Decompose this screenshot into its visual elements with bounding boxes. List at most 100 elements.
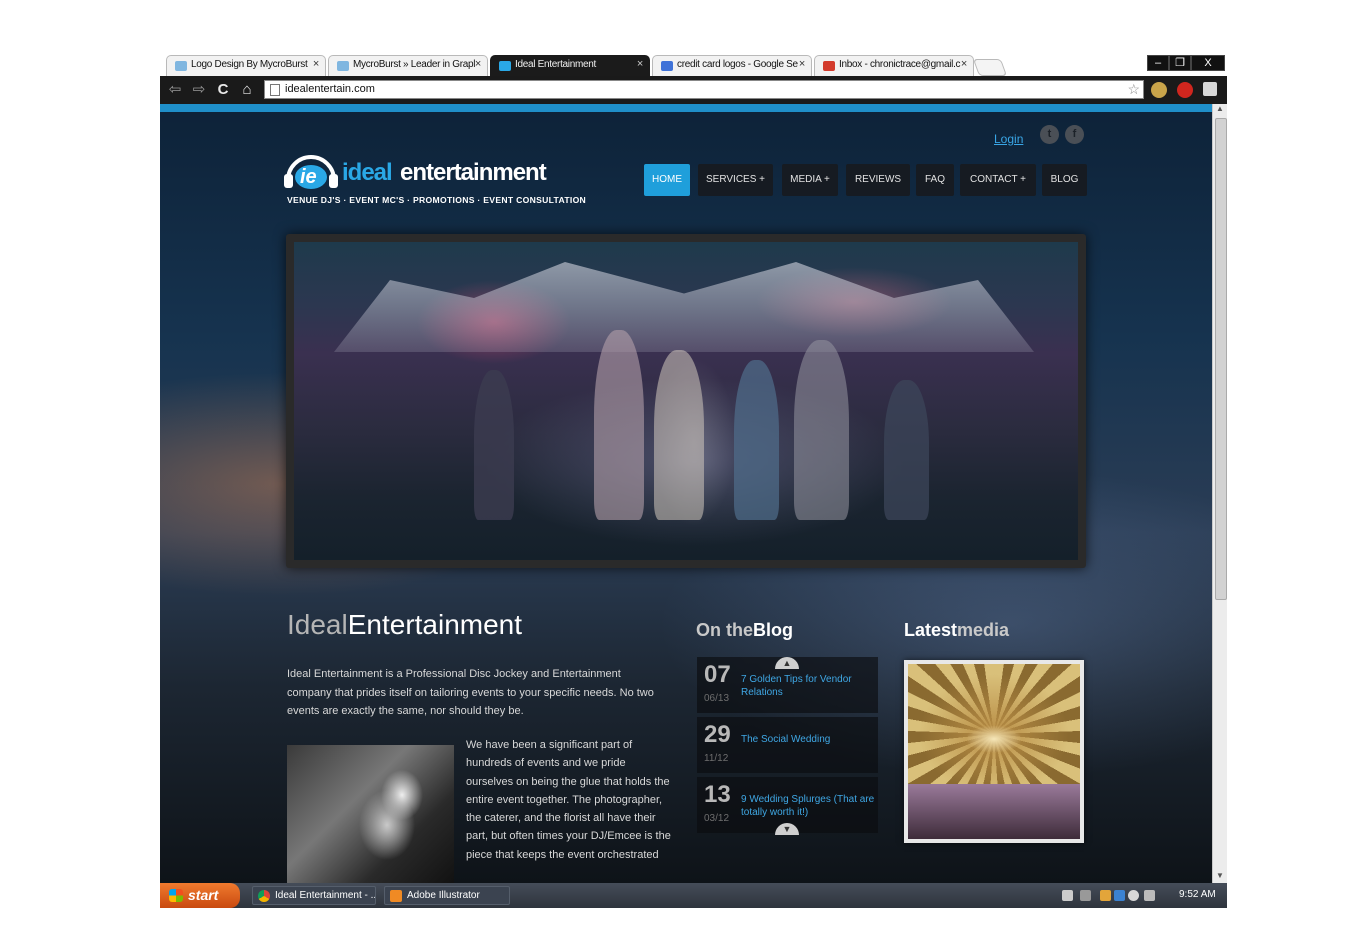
volume-icon[interactable]: [1100, 890, 1111, 901]
post-title[interactable]: The Social Wedding: [741, 733, 878, 746]
blog-heading-b: Blog: [753, 620, 793, 640]
site-logo[interactable]: ie ideal entertainment VENUE DJ'S · EVEN…: [284, 150, 629, 210]
scroll-thumb[interactable]: [1215, 118, 1227, 600]
tab-logo-design[interactable]: Logo Design By MycroBurst ×: [166, 55, 326, 76]
post-date: 03/12: [704, 813, 730, 824]
system-tray: 9:52 AM: [1060, 883, 1227, 908]
about-heading: IdealEntertainment: [287, 609, 522, 641]
logo-word-entertainment: entertainment: [400, 159, 547, 186]
close-icon[interactable]: ×: [313, 58, 319, 70]
scroll-up-arrow-icon[interactable]: ▲: [1213, 104, 1227, 116]
post-date: 06/13: [704, 693, 730, 704]
tab-label: Logo Design By MycroBurst: [191, 59, 308, 70]
dj-photo: [287, 745, 454, 883]
cloud-icon: [175, 61, 187, 71]
scroll-down-arrow-icon[interactable]: ▼: [1213, 871, 1227, 883]
settings-icon[interactable]: [1144, 890, 1155, 901]
blog-post[interactable]: 29 11/12 The Social Wedding: [697, 717, 878, 773]
tab-ideal-entertainment[interactable]: Ideal Entertainment ×: [490, 55, 650, 76]
post-day: 29: [704, 721, 731, 748]
back-button[interactable]: ⇦: [166, 81, 184, 99]
crowd-figure: [474, 370, 514, 520]
logo-mark-text: ie: [300, 166, 317, 188]
crowd-figure: [734, 360, 779, 520]
crowd-figure: [794, 340, 849, 520]
illustrator-icon: [390, 890, 402, 902]
post-date: 11/12: [704, 753, 729, 764]
page-scrollbar[interactable]: ▲ ▼: [1212, 104, 1227, 883]
logo-tagline: VENUE DJ'S · EVENT MC'S · PROMOTIONS · E…: [287, 195, 587, 205]
url-text: idealentertain.com: [285, 83, 375, 95]
windows-flag-icon: [169, 889, 183, 902]
nav-home[interactable]: HOME: [644, 164, 690, 196]
taskbar-item-label: Adobe Illustrator: [407, 890, 480, 901]
media-heading-a: Latest: [904, 620, 958, 640]
update-icon[interactable]: [1128, 890, 1139, 901]
latest-media-thumbnail[interactable]: [904, 660, 1084, 843]
address-bar[interactable]: idealentertain.com ☆: [264, 80, 1144, 99]
login-link[interactable]: Login: [994, 132, 1023, 146]
chrome-icon: [258, 890, 270, 902]
facebook-icon[interactable]: f: [1065, 125, 1084, 144]
home-button[interactable]: ⌂: [238, 81, 256, 99]
help-icon[interactable]: [1062, 890, 1073, 901]
taskbar-item-chrome[interactable]: Ideal Entertainment - ...: [252, 886, 376, 905]
close-icon[interactable]: ×: [475, 58, 481, 70]
media-heading-b: media: [957, 620, 1010, 640]
restore-button[interactable]: ❐: [1169, 55, 1191, 71]
web-page: Login t f ie ideal entertainment VENUE D…: [160, 104, 1213, 883]
adblock-icon[interactable]: [1177, 82, 1193, 98]
tent-shape: [334, 262, 1034, 352]
start-button[interactable]: start: [160, 883, 240, 908]
nav-faq[interactable]: FAQ: [916, 164, 954, 196]
browser-tab-strip: Logo Design By MycroBurst × MycroBurst »…: [160, 52, 1227, 76]
start-label: start: [188, 887, 219, 903]
tab-mycroburst[interactable]: MycroBurst » Leader in Grapl ×: [328, 55, 488, 76]
blog-list: 07 06/13 7 Golden Tips for Vendor Relati…: [697, 657, 878, 835]
twitter-icon[interactable]: t: [1040, 125, 1059, 144]
tab-google-search[interactable]: credit card logos - Google Se ×: [652, 55, 812, 76]
tab-label: Inbox - chronictrace@gmail.c: [839, 59, 961, 70]
tab-gmail-inbox[interactable]: Inbox - chronictrace@gmail.c ×: [814, 55, 974, 76]
new-tab-button[interactable]: [972, 59, 1008, 76]
tab-label: MycroBurst » Leader in Grapl: [353, 59, 476, 70]
page-icon: [270, 84, 280, 96]
network-icon[interactable]: [1080, 890, 1091, 901]
blog-heading-a: On the: [696, 620, 753, 640]
cloud-icon: [337, 61, 349, 71]
nav-contact[interactable]: CONTACT +: [960, 164, 1036, 196]
close-icon[interactable]: ×: [961, 58, 967, 70]
forward-button[interactable]: ⇨: [190, 81, 208, 99]
post-title[interactable]: 9 Wedding Splurges (That are totally wor…: [741, 793, 878, 819]
bookmark-star-icon[interactable]: ☆: [1127, 81, 1140, 98]
nav-blog[interactable]: BLOG: [1042, 164, 1087, 196]
logo-word-ideal: ideal: [342, 159, 393, 186]
nav-services[interactable]: SERVICES +: [698, 164, 773, 196]
nav-reviews[interactable]: REVIEWS: [846, 164, 910, 196]
google-icon: [661, 61, 673, 71]
minimize-button[interactable]: –: [1147, 55, 1169, 71]
close-icon[interactable]: ×: [637, 58, 643, 70]
tab-label: Ideal Entertainment: [515, 59, 597, 70]
ballroom-floor: [908, 784, 1080, 839]
media-heading: Latestmedia: [904, 620, 1009, 641]
reload-button[interactable]: C: [214, 81, 232, 99]
menu-icon[interactable]: [1203, 82, 1217, 96]
nav-media[interactable]: MEDIA +: [782, 164, 838, 196]
about-heading-a: Ideal: [287, 609, 348, 640]
browser-toolbar: ⇦ ⇨ C ⌂ idealentertain.com ☆: [160, 76, 1227, 104]
gmail-icon: [823, 61, 835, 71]
close-icon[interactable]: ×: [799, 58, 805, 70]
hero-slider[interactable]: [286, 234, 1086, 568]
shield-icon[interactable]: [1114, 890, 1125, 901]
about-intro: Ideal Entertainment is a Professional Di…: [287, 668, 654, 717]
close-window-button[interactable]: X: [1191, 55, 1225, 71]
extension-icon[interactable]: [1151, 82, 1167, 98]
taskbar-item-illustrator[interactable]: Adobe Illustrator: [384, 886, 510, 905]
crowd-figure: [654, 350, 704, 520]
post-day: 13: [704, 781, 731, 808]
tab-label: credit card logos - Google Se: [677, 59, 798, 70]
crowd-figure: [594, 330, 644, 520]
desktop-screen: Logo Design By MycroBurst × MycroBurst »…: [160, 52, 1227, 908]
post-title[interactable]: 7 Golden Tips for Vendor Relations: [741, 673, 878, 699]
